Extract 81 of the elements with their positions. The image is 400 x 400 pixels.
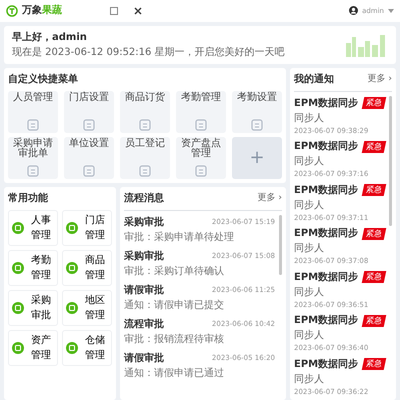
scrollbar: [279, 214, 282, 275]
caret-icon: [388, 8, 394, 13]
shortcut-tile[interactable]: 考勤管理: [176, 90, 226, 133]
greeting-subtitle: 现在是 2023-06-12 09:52:16 星期一，开启您美好的一天吧: [12, 46, 285, 60]
app-circle-icon: [12, 342, 24, 354]
function-button[interactable]: 资产管理: [8, 330, 58, 366]
app-circle-icon: [66, 262, 78, 274]
section-title: 流程消息: [124, 191, 164, 206]
message-detail: 审批：采购申请单待处理: [124, 230, 235, 245]
logo-icon: [6, 4, 18, 17]
document-outline-icon: [83, 118, 95, 131]
document-outline-icon: [195, 164, 207, 177]
app-circle-icon: [12, 302, 24, 314]
shortcut-tile[interactable]: 人员管理: [8, 90, 58, 133]
function-button[interactable]: 考勤管理: [8, 250, 58, 286]
notice-body: 同步人: [294, 372, 325, 387]
message-title: 请假审批: [124, 351, 164, 366]
document-outline-icon: [251, 118, 263, 131]
document-outline-icon: [139, 118, 151, 131]
app-circle-icon: [66, 222, 78, 234]
message-title: 采购审批: [124, 249, 164, 264]
notice-title: EPM数据同步: [294, 270, 358, 285]
greeting-title: 早上好，admin: [12, 30, 88, 45]
message-detail: 审批：采购订单待确认: [124, 264, 225, 279]
notice-body: 同步人: [294, 198, 325, 213]
notice-body: 同步人: [294, 112, 325, 126]
notice-title: EPM数据同步: [294, 358, 358, 372]
shortcut-tile[interactable]: 员工登记: [120, 136, 170, 179]
section-title: 我的通知: [294, 72, 334, 87]
app-circle-icon: [12, 262, 24, 274]
notice-title: EPM数据同步: [294, 140, 358, 154]
document-outline-icon: [83, 164, 95, 177]
message-detail: 通知：请假申请已通过: [124, 366, 225, 381]
notice-title: EPM数据同步: [294, 184, 358, 198]
function-button[interactable]: 采购审批: [8, 290, 58, 326]
app-circle-icon: [12, 222, 24, 234]
notice-title: EPM数据同步: [294, 226, 358, 242]
tag-badge: 紧急: [362, 358, 386, 370]
notice-title: EPM数据同步: [294, 96, 358, 111]
document-outline-icon: [139, 164, 151, 177]
notice-title: EPM数据同步: [294, 314, 358, 328]
function-button[interactable]: 地区管理: [62, 290, 112, 326]
app-circle-icon: [66, 302, 78, 314]
tag-badge: 紧急: [362, 271, 386, 284]
avatar-icon: [349, 6, 358, 16]
shortcut-tile[interactable]: 资产盘点管理: [176, 136, 226, 179]
logo-text: 万象果蔬: [22, 4, 62, 18]
section-title: 自定义快捷菜单: [8, 72, 79, 87]
tag-badge: 紧急: [362, 97, 386, 110]
tag-badge: 紧急: [362, 140, 386, 153]
function-button[interactable]: 商品管理: [62, 250, 112, 286]
message-title: 流程审批: [124, 317, 164, 332]
shortcut-tile[interactable]: 单位设置: [64, 136, 114, 179]
function-button[interactable]: 门店管理: [62, 210, 112, 246]
shortcut-tile[interactable]: 采购申请审批单: [8, 136, 58, 179]
shortcut-tile[interactable]: 考勤设置: [232, 90, 282, 133]
message-title: 采购审批: [124, 215, 164, 230]
section-title: 常用功能: [8, 192, 49, 206]
tag-badge: 紧急: [362, 228, 386, 240]
close-icon[interactable]: [134, 6, 142, 15]
more-link[interactable]: 更多 ›: [368, 72, 392, 86]
function-button[interactable]: 人事管理: [8, 210, 58, 246]
message-detail: 审批：报销流程待审核: [124, 332, 225, 347]
notice-body: 同步人: [294, 242, 325, 256]
app-circle-icon: [66, 342, 78, 354]
message-title: 请假审批: [124, 283, 164, 298]
tag-badge: 紧急: [362, 184, 386, 196]
notice-body: 同步人: [294, 154, 325, 170]
shortcut-tile[interactable]: 商品订货: [120, 90, 170, 133]
tag-badge: 紧急: [362, 314, 386, 327]
notice-body: 同步人: [294, 286, 325, 300]
more-link[interactable]: 更多 ›: [258, 192, 282, 206]
function-button[interactable]: 仓储管理: [62, 330, 112, 366]
shortcut-tile[interactable]: 门店设置: [64, 90, 114, 133]
city-skyline-drawing: [344, 32, 388, 57]
document-outline-icon: [195, 118, 207, 131]
notice-body: 同步人: [294, 328, 325, 344]
message-detail: 通知：请假申请已提交: [124, 298, 225, 313]
expand-icon[interactable]: [110, 6, 118, 15]
document-outline-icon: [27, 118, 39, 131]
document-outline-icon: [27, 164, 39, 177]
